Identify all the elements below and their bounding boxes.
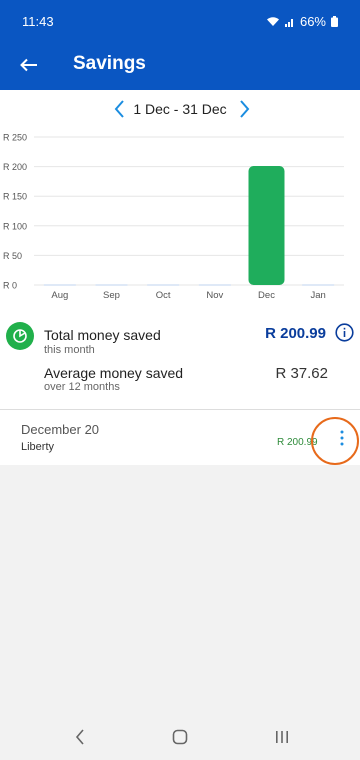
savings-bar-chart: R 250 R 200 R 150 R 100 R 50 R 0 Aug Sep Oct Nov D… (3, 133, 344, 301)
chevron-right-icon (240, 100, 250, 118)
back-button[interactable] (14, 51, 44, 79)
y-tick-label: R 250 (3, 133, 27, 143)
y-tick-label: R 0 (3, 281, 17, 291)
x-tick-label: Aug (51, 290, 68, 301)
system-recents-button[interactable] (270, 726, 294, 748)
savings-pie-icon (6, 322, 34, 350)
status-bar: 11:43 66% (0, 0, 360, 40)
battery-icon (331, 16, 338, 27)
date-range-label: 1 Dec - 31 Dec (133, 101, 227, 117)
signal-icon (284, 18, 293, 27)
info-icon[interactable] (335, 323, 354, 342)
more-options-button[interactable] (334, 427, 350, 449)
transaction-name: Liberty (21, 441, 55, 453)
transaction-amount: R 200.99 (277, 437, 318, 448)
system-back-button[interactable] (68, 726, 92, 748)
y-tick-label: R 150 (3, 192, 27, 202)
recents-icon (276, 731, 288, 743)
x-tick-label: Nov (206, 290, 223, 301)
status-icons: 66% (266, 14, 338, 29)
chart-bar[interactable] (248, 166, 285, 285)
total-saved-period: this month (44, 344, 95, 356)
next-period-button[interactable] (236, 98, 252, 120)
average-saved-period: over 12 months (44, 381, 120, 393)
home-square-icon (172, 729, 188, 745)
date-range-nav: 1 Dec - 31 Dec (0, 98, 360, 120)
x-tick-label: Jan (311, 290, 326, 301)
chevron-left-icon (75, 729, 84, 745)
y-tick-label: R 200 (3, 162, 27, 172)
arrow-left-icon (20, 58, 37, 72)
x-tick-label: Sep (103, 290, 120, 301)
battery-percent: 66% (299, 14, 326, 29)
total-saved-value: R 200.99 (265, 325, 326, 342)
more-vertical-icon (340, 430, 344, 446)
total-saved-label: Total money saved (44, 327, 161, 343)
page-title: Savings (73, 53, 146, 74)
average-saved-value: R 37.62 (275, 365, 328, 382)
x-tick-label: Dec (258, 290, 275, 301)
system-home-button[interactable] (168, 726, 192, 748)
app-bar: Savings (0, 40, 360, 90)
status-time: 11:43 (22, 14, 54, 29)
system-nav-bar (0, 712, 360, 760)
wifi-icon (266, 17, 279, 26)
section-divider (0, 409, 360, 410)
y-tick-label: R 100 (3, 221, 27, 231)
average-saved-label: Average money saved (44, 365, 184, 381)
savings-content: 1 Dec - 31 Dec R 250 R 200 R 150 R 100 R 50 R… (0, 90, 360, 465)
transaction-date: December 20 (21, 422, 100, 437)
x-tick-label: Oct (156, 290, 171, 301)
y-tick-label: R 50 (3, 251, 22, 261)
